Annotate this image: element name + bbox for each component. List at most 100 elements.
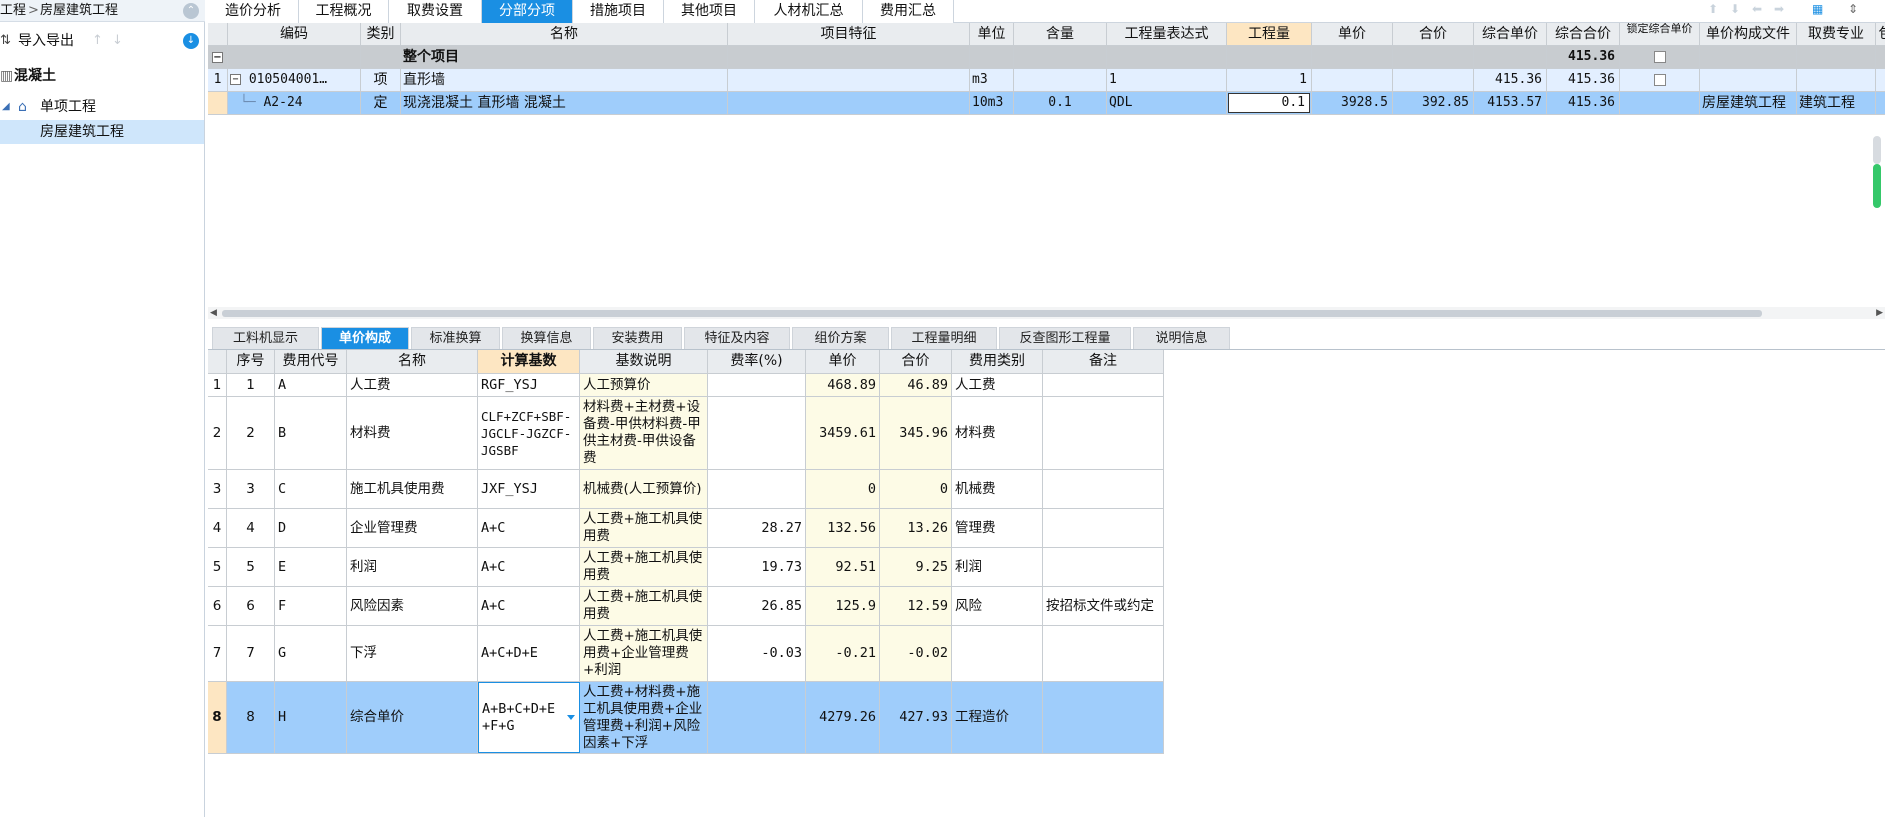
move-up-icon[interactable]: ↑	[92, 28, 103, 54]
col-calc-base[interactable]: 计算基数	[478, 350, 580, 373]
settings-icon[interactable]: ▦	[1812, 2, 1823, 16]
col-type[interactable]: 类别	[361, 23, 401, 45]
tab-fee-settings[interactable]: 取费设置	[389, 0, 482, 23]
table-row[interactable]: 4 4 D 企业管理费 A+C 人工费+施工机具使用费 28.27 132.56…	[208, 509, 1164, 548]
tab-labor-material-summary[interactable]: 人材机汇总	[755, 0, 863, 23]
import-export-button[interactable]: 导入导出	[18, 28, 74, 54]
tab-features-content[interactable]: 特征及内容	[684, 327, 790, 349]
col-rate[interactable]: 费率(%)	[708, 350, 806, 373]
col-total[interactable]: 合价	[880, 350, 952, 373]
tab-measures[interactable]: 措施项目	[573, 0, 664, 23]
table-row[interactable]: 7 7 G 下浮 A+C+D+E 人工费+施工机具使用费+企业管理费+利润 -0…	[208, 626, 1164, 682]
move-down-icon[interactable]: ⬇	[1730, 2, 1740, 16]
cell-comp-total[interactable]: 415.36	[1547, 46, 1620, 68]
cell-comp-unit-price[interactable]: 415.36	[1474, 69, 1547, 91]
cell-content[interactable]: 0.1	[1014, 92, 1107, 114]
cell-feature[interactable]	[728, 69, 970, 91]
tab-pricing-plan[interactable]: 组价方案	[792, 327, 889, 349]
scrollbar-thumb[interactable]	[222, 310, 1762, 317]
table-row[interactable]: 5 5 E 利润 A+C 人工费+施工机具使用费 19.73 92.51 9.2…	[208, 548, 1164, 587]
tab-reverse-graphic-quantity[interactable]: 反查图形工程量	[999, 327, 1131, 349]
tab-cost-analysis[interactable]: 造价分析	[208, 0, 299, 23]
col-unit[interactable]: 单位	[970, 23, 1014, 45]
expand-toggle-icon[interactable]: ◢	[2, 96, 10, 118]
col-content[interactable]: 含量	[1014, 23, 1107, 45]
cell-qty[interactable]: 1	[1227, 69, 1312, 91]
cell-qty-expr[interactable]: 1	[1107, 69, 1227, 91]
tab-quantity-detail[interactable]: 工程量明细	[891, 327, 997, 349]
cell-qty-expr[interactable]: QDL	[1107, 92, 1227, 114]
breadcrumb-item-project[interactable]: 工程	[0, 0, 26, 21]
cell-unit[interactable]: m3	[970, 69, 1014, 91]
cell-name[interactable]: 整个项目	[401, 46, 728, 68]
col-name[interactable]: 名称	[401, 23, 728, 45]
cell-code[interactable]: − 010504001…	[228, 69, 361, 91]
cell-price-file[interactable]: 房屋建筑工程	[1700, 92, 1797, 114]
col-lock-price[interactable]: 锁定综合单价	[1620, 23, 1700, 45]
cell-type[interactable]: 项	[361, 69, 401, 91]
cell-comp-total[interactable]: 415.36	[1547, 92, 1620, 114]
tab-conversion-info[interactable]: 换算信息	[502, 327, 591, 349]
horizontal-scrollbar[interactable]: ◀ ▶	[208, 307, 1885, 319]
col-base-desc[interactable]: 基数说明	[580, 350, 708, 373]
collapse-toggle-icon[interactable]: −	[212, 51, 223, 63]
cell-total-price[interactable]: 392.85	[1393, 92, 1474, 114]
scroll-right-icon[interactable]: ▶	[1876, 307, 1883, 319]
col-qty[interactable]: 工程量	[1227, 23, 1312, 45]
col-unit-price[interactable]: 单价	[806, 350, 880, 373]
tab-project-overview[interactable]: 工程概况	[299, 0, 389, 23]
cell-type[interactable]: 定	[361, 92, 401, 114]
cell-code[interactable]: └─ A2-24	[228, 92, 361, 114]
vertical-scrollbar[interactable]	[1873, 136, 1881, 211]
table-row-total[interactable]: − 整个项目 415.36	[208, 46, 1885, 69]
cell-comp-unit-price[interactable]: 4153.57	[1474, 92, 1547, 114]
scrollbar-thumb[interactable]	[1873, 136, 1881, 164]
col-comp-unit-price[interactable]: 综合单价	[1474, 23, 1547, 45]
col-note[interactable]: 备注	[1043, 350, 1164, 373]
cell-name[interactable]: 直形墙	[401, 69, 728, 91]
calc-base-input[interactable]: A+B+C+D+E+F+G	[478, 682, 580, 753]
scroll-left-icon[interactable]: ◀	[210, 307, 217, 319]
collapse-up-icon[interactable]: ⌃	[183, 3, 199, 19]
table-row[interactable]: 3 3 C 施工机具使用费 JXF_YSJ 机械费(人工预算价) 0 0 机械费	[208, 470, 1164, 509]
tab-standard-conversion[interactable]: 标准换算	[411, 327, 500, 349]
split-icon[interactable]: ⇕	[1848, 2, 1858, 16]
cell-unit[interactable]: 10m3	[970, 92, 1014, 114]
lock-checkbox[interactable]	[1653, 74, 1666, 86]
qty-edit-input[interactable]: 0.1	[1228, 93, 1310, 113]
col-unit-price[interactable]: 单价	[1312, 23, 1393, 45]
table-row[interactable]: 6 6 F 风险因素 A+C 人工费+施工机具使用费 26.85 125.9 1…	[208, 587, 1164, 626]
download-icon[interactable]: ↓	[183, 33, 199, 49]
col-price-file[interactable]: 单价构成文件	[1700, 23, 1797, 45]
col-total-price[interactable]: 合价	[1393, 23, 1474, 45]
table-row[interactable]: 2 2 B 材料费 CLF+ZCF+SBF-JGCLF-JGZCF-JGSBF …	[208, 397, 1164, 470]
cell-unit-price[interactable]: 3928.5	[1312, 92, 1393, 114]
col-fee-category[interactable]: 费用类别	[952, 350, 1043, 373]
col-more[interactable]: 包	[1876, 23, 1885, 45]
tab-description[interactable]: 说明信息	[1133, 327, 1230, 349]
cell-feature[interactable]	[728, 92, 970, 114]
dropdown-arrow-icon[interactable]	[567, 714, 575, 720]
tree-node-building[interactable]: 房屋建筑工程	[0, 120, 204, 144]
tab-install-fee[interactable]: 安装费用	[593, 327, 682, 349]
tab-sub-items[interactable]: 分部分项	[482, 0, 573, 23]
move-down-icon[interactable]: ↓	[112, 28, 123, 54]
cell-comp-total[interactable]: 415.36	[1547, 69, 1620, 91]
lock-checkbox[interactable]	[1653, 51, 1666, 63]
col-fee-code[interactable]: 费用代号	[275, 350, 347, 373]
tab-unit-price-composition[interactable]: 单价构成	[321, 327, 409, 349]
col-fee-major[interactable]: 取费专业	[1797, 23, 1876, 45]
tab-other-items[interactable]: 其他项目	[664, 0, 755, 23]
table-row-selected[interactable]: 8 8 H 综合单价 A+B+C+D+E+F+G 人工费+材料费+施工机具使用费…	[208, 682, 1164, 754]
col-seq[interactable]: 序号	[227, 350, 275, 373]
table-row-quota[interactable]: └─ A2-24 定 现浇混凝土 直形墙 混凝土 10m3 0.1 QDL 0.…	[208, 92, 1885, 115]
cell-name[interactable]: 现浇混凝土 直形墙 混凝土	[401, 92, 728, 114]
move-up-icon[interactable]: ⬆	[1708, 2, 1718, 16]
table-row-item[interactable]: 1 − 010504001… 项 直形墙 m3 1 1 415.36 415.3…	[208, 69, 1885, 92]
tab-material-display[interactable]: 工料机显示	[212, 327, 319, 349]
col-name[interactable]: 名称	[347, 350, 478, 373]
col-comp-total[interactable]: 综合合价	[1547, 23, 1620, 45]
move-right-icon[interactable]: ➡	[1774, 2, 1784, 16]
col-code[interactable]: 编码	[228, 23, 361, 45]
table-row[interactable]: 1 1 A 人工费 RGF_YSJ 人工预算价 468.89 46.89 人工费	[208, 374, 1164, 397]
